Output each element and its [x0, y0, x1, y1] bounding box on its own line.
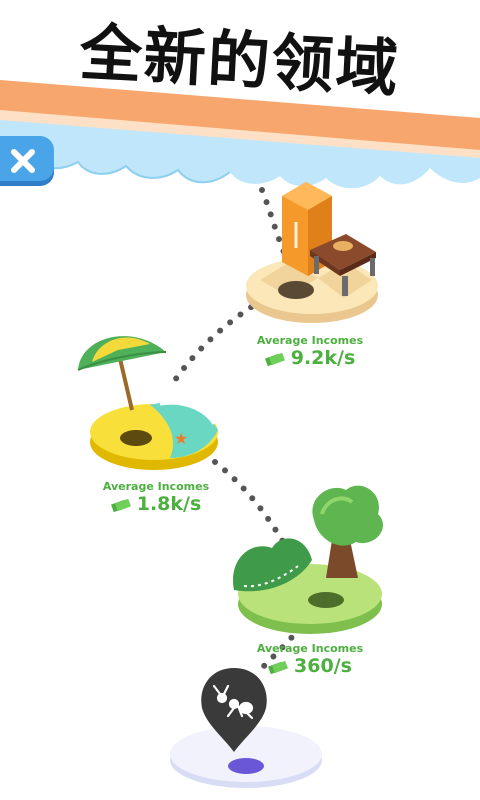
money-icon — [110, 498, 131, 512]
income-label-kitchen: Average Incomes 9.2k/s — [250, 334, 370, 369]
income-caption: Average Incomes — [256, 334, 364, 347]
income-label-beach: Average Incomes 1.8k/s — [96, 480, 216, 515]
income-caption: Average Incomes — [256, 642, 364, 655]
money-icon — [268, 660, 288, 674]
money-icon — [264, 352, 285, 366]
income-caption: Average Incomes — [102, 480, 210, 493]
garden-island[interactable] — [232, 485, 383, 634]
income-value: 360/s — [294, 655, 352, 677]
beach-island[interactable]: ★ — [77, 336, 218, 470]
income-label-garden: Average Incomes 360/s — [250, 642, 370, 677]
svg-text:★: ★ — [174, 429, 188, 448]
map-path-scene: ★ — [77, 182, 383, 788]
income-value: 1.8k/s — [136, 493, 202, 515]
ant-map-pin-icon[interactable] — [170, 668, 322, 788]
income-value: 9.2k/s — [290, 347, 356, 369]
